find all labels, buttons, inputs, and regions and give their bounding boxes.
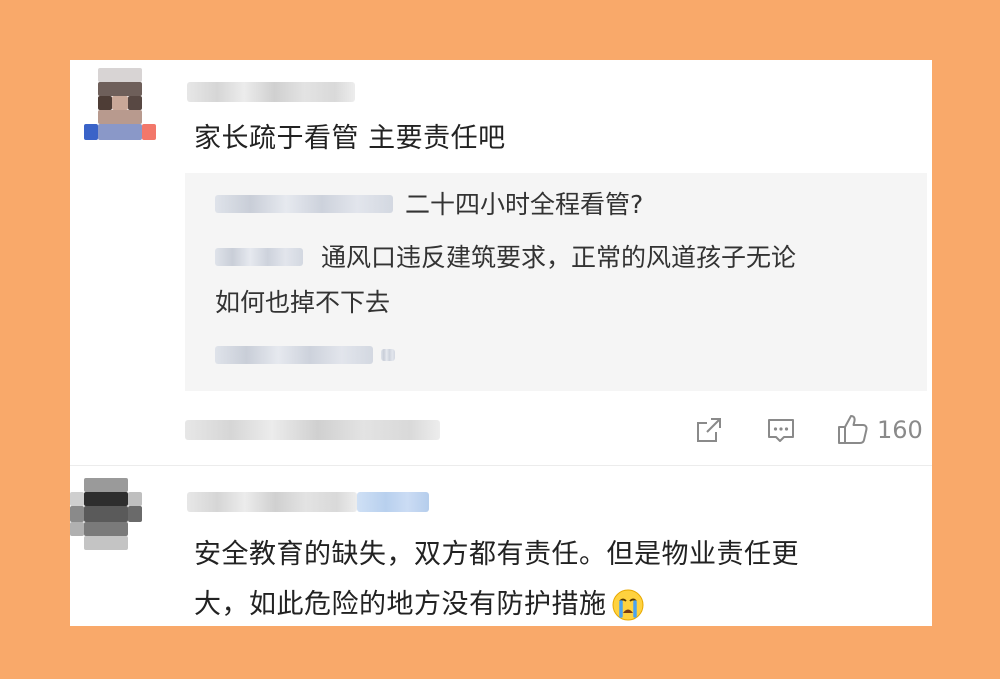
crying-face-emoji	[611, 588, 645, 622]
more-replies-link-blurred[interactable]	[215, 346, 373, 364]
comment-text: 安全教育的缺失，双方都有责任。但是物业责任更	[194, 539, 799, 570]
comment-text: 家长疏于看管 主要责任吧	[194, 123, 506, 154]
timestamp-blurred	[185, 420, 440, 440]
like-count: 160	[877, 416, 923, 444]
like-button[interactable]: 160	[835, 410, 923, 450]
comment-actions: 160	[185, 410, 927, 450]
reply-text: 通风口违反建筑要求，正常的风道孩子无论	[321, 243, 797, 272]
share-icon[interactable]	[693, 410, 725, 450]
avatar[interactable]	[70, 478, 142, 550]
reply-box[interactable]: 二十四小时全程看管? 通风口违反建筑要求，正常的风道孩子无论 如何也掉不下去	[185, 173, 927, 391]
reply-text: 二十四小时全程看管?	[405, 190, 644, 219]
reply-username-blurred[interactable]	[215, 248, 303, 266]
badge-blurred	[357, 492, 429, 512]
username-blurred[interactable]	[187, 492, 357, 512]
reply-text: 如何也掉不下去	[215, 288, 391, 317]
comment-text-line: 大，如此危险的地方没有防护措施	[194, 589, 607, 620]
reply-username-blurred[interactable]	[215, 195, 393, 213]
comment-card: 家长疏于看管 主要责任吧 二十四小时全程看管? 通风口违反建筑要求，正常的风道孩…	[70, 60, 932, 626]
thumbs-up-icon	[835, 412, 871, 448]
more-replies-arrow-blurred	[381, 349, 395, 361]
username-blurred[interactable]	[187, 82, 355, 102]
comment-icon[interactable]	[765, 410, 797, 450]
comment-text: 大，如此危险的地方没有防护措施	[194, 584, 645, 625]
avatar[interactable]	[84, 68, 156, 140]
divider	[70, 465, 932, 466]
